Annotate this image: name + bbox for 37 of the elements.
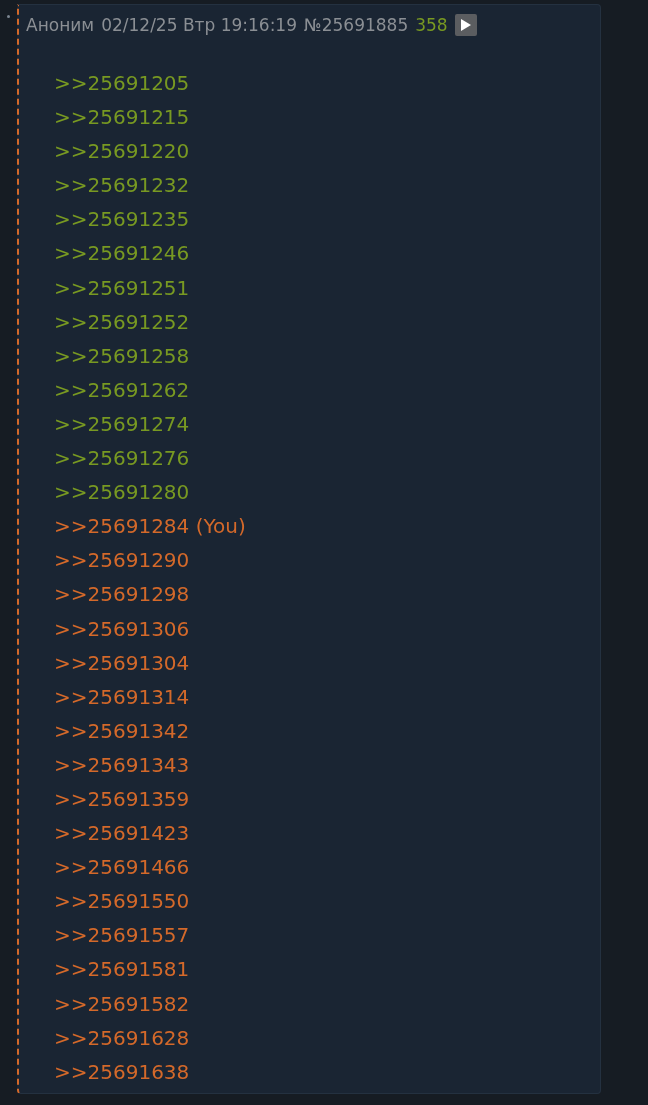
- reply-link[interactable]: >>25691251: [54, 270, 600, 305]
- reply-link[interactable]: >>25691280: [54, 475, 600, 510]
- reply-link[interactable]: >>25691235: [54, 202, 600, 237]
- reply-link[interactable]: >>25691252: [54, 304, 600, 339]
- reply-link[interactable]: >>25691581: [54, 952, 600, 987]
- reply-link[interactable]: >>25691215: [54, 100, 600, 135]
- reply-link[interactable]: >>25691274: [54, 406, 600, 442]
- reply-link[interactable]: >>25691304: [54, 645, 600, 680]
- reply-link[interactable]: >>25691262: [54, 372, 600, 407]
- reply-link[interactable]: >>25691290: [54, 543, 600, 578]
- reply-link[interactable]: >>25691205: [54, 66, 600, 101]
- reply-link[interactable]: >>25691343: [54, 747, 600, 782]
- reply-link[interactable]: >>25691359: [54, 781, 600, 817]
- reply-link[interactable]: >>25691638: [54, 1054, 600, 1089]
- dot-icon: [7, 15, 10, 18]
- reply-link[interactable]: >>25691557: [54, 918, 600, 953]
- reply-link[interactable]: >>25691258: [54, 338, 600, 373]
- reply-link[interactable]: >>25691628: [54, 1020, 600, 1055]
- reply-link[interactable]: >>25691220: [54, 134, 600, 169]
- reply-link[interactable]: >>25691284 (You): [54, 509, 600, 544]
- play-icon: [459, 18, 472, 32]
- reply-link[interactable]: >>25691550: [54, 884, 600, 919]
- reply-link[interactable]: >>25691466: [54, 850, 600, 885]
- reply-link[interactable]: >>25691314: [54, 679, 600, 714]
- reply-link[interactable]: >>25691582: [54, 986, 600, 1021]
- reply-link[interactable]: >>25691246: [54, 236, 600, 271]
- expand-button[interactable]: [454, 14, 477, 36]
- reply-link[interactable]: >>25691276: [54, 441, 600, 476]
- reply-link[interactable]: >>25691298: [54, 577, 600, 612]
- post-number[interactable]: №25691885: [304, 15, 409, 35]
- post-date: 02/12/25 Втр 19:16:19: [101, 15, 297, 35]
- reply-link[interactable]: >>25691306: [54, 611, 600, 646]
- reply-link[interactable]: >>25691342: [54, 713, 600, 748]
- post-ordinal: 358: [415, 15, 448, 35]
- poster-name: Аноним: [26, 15, 95, 35]
- reply-link[interactable]: >>25691232: [54, 168, 600, 203]
- reply-link[interactable]: >>25691423: [54, 816, 600, 851]
